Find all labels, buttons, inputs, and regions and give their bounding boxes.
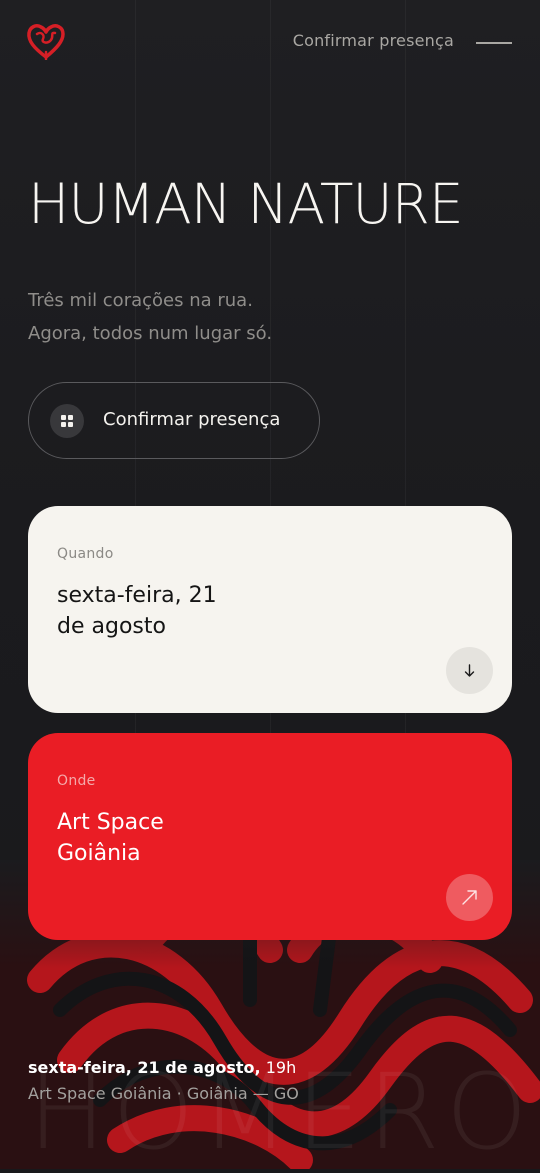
arrow-down-icon xyxy=(464,664,475,677)
when-card: Quando sexta-feira, 21 de agosto xyxy=(28,506,512,713)
where-value-line: Art Space xyxy=(57,810,164,835)
when-value-line: de agosto xyxy=(57,614,166,639)
tagline-line: Agora, todos num lugar só. xyxy=(28,323,273,344)
when-card-value: sexta-feira, 21 de agosto xyxy=(57,580,217,642)
where-card-label: Onde xyxy=(57,773,96,789)
grid-icon xyxy=(50,404,84,438)
where-value-line: Goiânia xyxy=(57,841,141,866)
page-title: HUMAN NATURE xyxy=(28,172,464,236)
event-footer: sexta-feira, 21 de agosto, 19h Art Space… xyxy=(28,1056,299,1108)
menu-line-icon[interactable] xyxy=(476,42,512,44)
footer-date-time: sexta-feira, 21 de agosto, 19h xyxy=(28,1056,299,1080)
open-map-button[interactable] xyxy=(446,874,493,921)
tagline-line: Três mil corações na rua. xyxy=(28,290,253,311)
footer-date: sexta-feira, 21 de agosto xyxy=(28,1058,255,1077)
hero-tagline: Três mil corações na rua. Agora, todos n… xyxy=(28,284,272,350)
confirm-presence-label: Confirmar presença xyxy=(103,409,281,430)
arrow-up-right-icon xyxy=(462,890,477,905)
when-value-line: sexta-feira, 21 xyxy=(57,583,217,608)
footer-separator: , xyxy=(254,1058,261,1077)
when-card-label: Quando xyxy=(57,546,114,562)
footer-time: 19h xyxy=(265,1058,297,1077)
heart-logo-icon[interactable] xyxy=(26,22,66,60)
confirm-presence-button[interactable]: Confirmar presença xyxy=(28,382,320,459)
top-bar: Confirmar presença xyxy=(0,0,540,86)
where-card-value: Art Space Goiânia xyxy=(57,807,164,869)
nav-confirm-link[interactable]: Confirmar presença xyxy=(293,31,454,50)
scroll-down-button[interactable] xyxy=(446,647,493,694)
footer-location: Art Space Goiânia · Goiânia — GO xyxy=(28,1084,299,1103)
where-card: Onde Art Space Goiânia xyxy=(28,733,512,940)
